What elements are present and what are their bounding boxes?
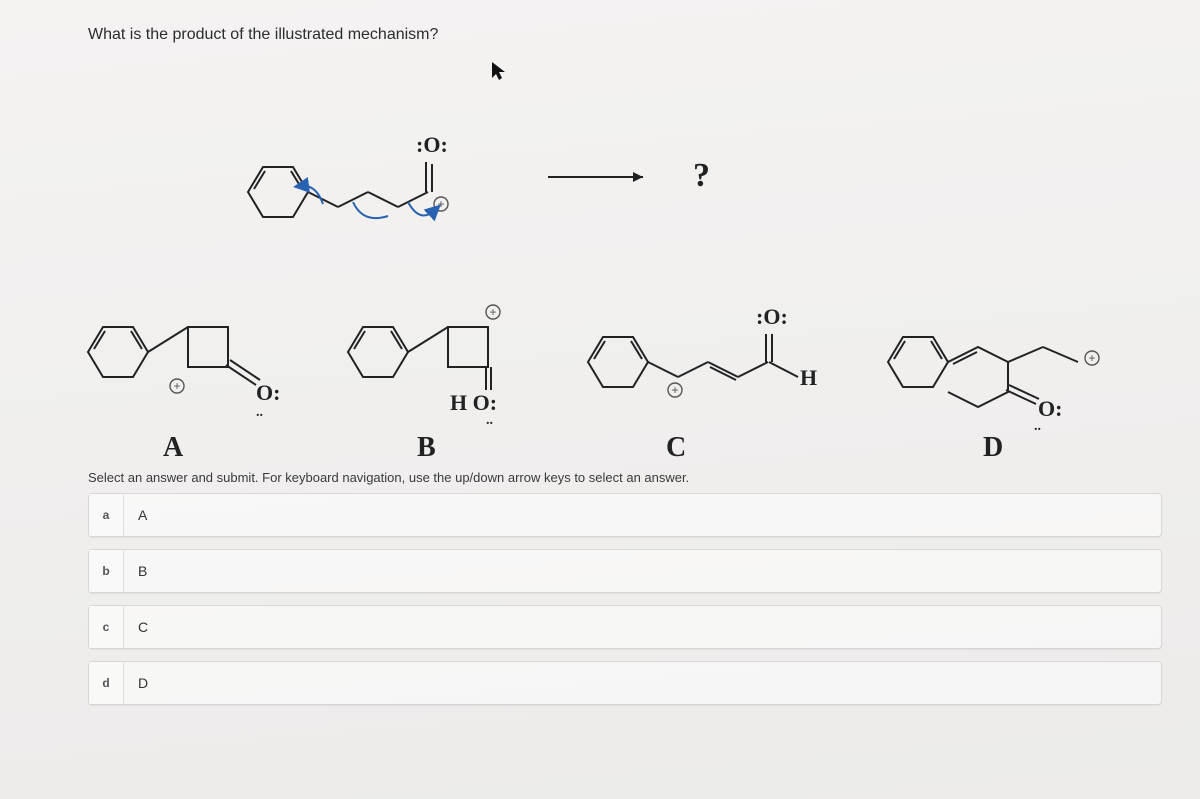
reactant-structure: :O: + bbox=[238, 92, 498, 257]
svg-text:+: + bbox=[437, 197, 444, 211]
atom-o: :O: bbox=[416, 132, 448, 157]
cursor-icon bbox=[490, 60, 508, 87]
svg-text:..: .. bbox=[486, 413, 493, 428]
reaction-arrow bbox=[543, 162, 663, 197]
answer-option[interactable]: a A bbox=[88, 493, 1162, 537]
label-b: B bbox=[417, 432, 436, 464]
atom-o: :O: bbox=[756, 304, 788, 329]
figure-area: :O: + ? bbox=[88, 62, 1172, 452]
label-a: A bbox=[163, 432, 183, 464]
question-page: What is the product of the illustrated m… bbox=[0, 0, 1200, 799]
option-d-structure: + O: .. bbox=[878, 282, 1138, 437]
svg-text:..: .. bbox=[1034, 419, 1041, 434]
option-b-structure: + H O: .. bbox=[338, 272, 578, 437]
answer-label: D bbox=[124, 662, 148, 704]
product-placeholder: ? bbox=[693, 157, 710, 195]
svg-text:+: + bbox=[671, 383, 678, 397]
answer-option[interactable]: b B bbox=[88, 549, 1162, 593]
answer-label: B bbox=[124, 550, 147, 592]
answer-key: a bbox=[89, 494, 124, 536]
svg-text:+: + bbox=[489, 305, 496, 319]
answer-label: C bbox=[124, 606, 148, 648]
svg-text:..: .. bbox=[256, 405, 263, 420]
atom-ho: H O: bbox=[450, 390, 497, 415]
answer-label: A bbox=[124, 494, 147, 536]
option-c-structure: :O: H + bbox=[578, 262, 858, 427]
question-title: What is the product of the illustrated m… bbox=[88, 26, 1172, 44]
option-a-structure: O: .. + bbox=[78, 272, 318, 427]
instructions: Select an answer and submit. For keyboar… bbox=[88, 470, 1172, 485]
answer-key: d bbox=[89, 662, 124, 704]
atom-o: O: bbox=[256, 380, 280, 405]
answer-option[interactable]: c C bbox=[88, 605, 1162, 649]
answer-option[interactable]: d D bbox=[88, 661, 1162, 705]
answer-list: a A b B c C d D bbox=[88, 493, 1172, 705]
svg-text:+: + bbox=[1088, 351, 1095, 365]
answer-key: c bbox=[89, 606, 124, 648]
label-d: D bbox=[983, 432, 1003, 464]
answer-key: b bbox=[89, 550, 124, 592]
svg-text:+: + bbox=[173, 379, 180, 393]
label-c: C bbox=[666, 432, 686, 464]
atom-o: O: bbox=[1038, 396, 1062, 421]
atom-h: H bbox=[800, 365, 817, 390]
